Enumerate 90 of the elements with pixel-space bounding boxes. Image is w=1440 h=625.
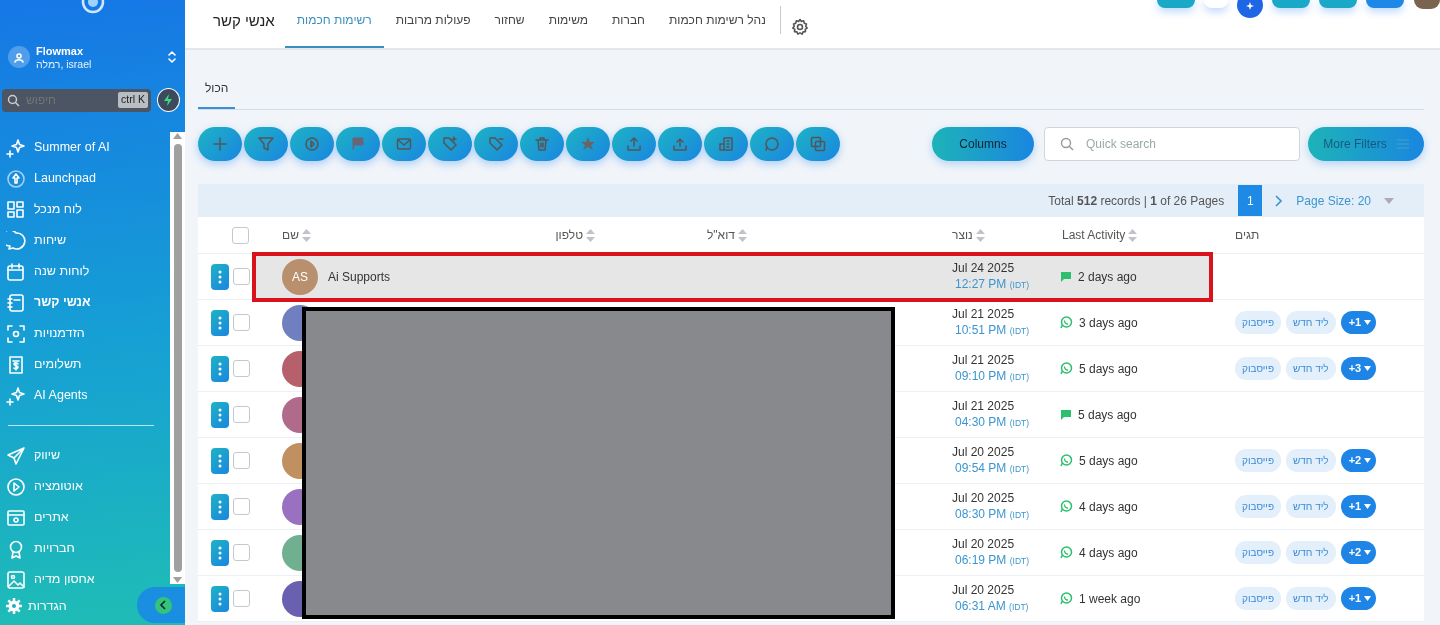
tab[interactable]: חברות xyxy=(600,10,657,48)
column-header[interactable]: נוצר xyxy=(952,226,973,244)
sidebar-item[interactable]: אחסון מדיה xyxy=(6,564,170,595)
tag-chip[interactable]: ליד חדש xyxy=(1286,495,1336,518)
created-date: Jul 21 2025 xyxy=(952,398,1016,414)
sidebar-item[interactable]: חברויות xyxy=(6,533,170,564)
tab[interactable]: משימות xyxy=(536,10,601,48)
last-activity: 5 days ago xyxy=(1078,406,1137,424)
tag-chip[interactable]: פייסבוק xyxy=(1235,311,1282,334)
created-date: Jul 20 2025 xyxy=(952,490,1016,506)
shortcut-hint: ctrl K xyxy=(118,92,148,108)
tag-chip[interactable]: ליד חדש xyxy=(1286,587,1336,610)
last-activity: 4 days ago xyxy=(1079,498,1138,516)
columns-button[interactable]: Columns xyxy=(932,127,1034,161)
sidebar-item[interactable]: Launchpad xyxy=(6,163,170,194)
timezone-label: (IDT) xyxy=(1009,280,1030,290)
tab[interactable]: שחזור xyxy=(482,10,537,48)
sidebar-item[interactable]: Summer of AI xyxy=(6,132,170,163)
column-header[interactable]: שם xyxy=(282,226,299,244)
more-filters-button[interactable]: More Filters xyxy=(1308,127,1424,161)
column-header[interactable]: Last Activity xyxy=(1062,226,1126,244)
created-time: 04:30 PM xyxy=(955,415,1007,429)
last-activity: 5 days ago xyxy=(1079,360,1138,378)
created-date: Jul 20 2025 xyxy=(952,536,1016,552)
tab[interactable]: נהל רשימות חכמות xyxy=(656,10,778,48)
created-date: Jul 20 2025 xyxy=(952,444,1016,460)
created-time: 06:19 PM xyxy=(955,553,1007,567)
timezone-label: (IDT) xyxy=(1009,602,1029,612)
record-count: Total 512 records | 1 of 26 Pages xyxy=(1048,192,1225,210)
more-tags-button[interactable]: +2 xyxy=(1340,449,1377,472)
sidebar-item[interactable]: אנשי קשר xyxy=(6,287,170,318)
created-date: Jul 21 2025 xyxy=(952,306,1016,322)
tab[interactable]: פעולות מרובות xyxy=(383,10,483,48)
created-time: 10:51 PM xyxy=(955,323,1007,337)
created-date: Jul 24 2025 xyxy=(952,260,1016,276)
search-field[interactable]: Quick search xyxy=(1044,127,1300,161)
more-tags-button[interactable]: +1 xyxy=(1340,495,1377,518)
last-activity: 5 days ago xyxy=(1079,452,1138,470)
page-button[interactable]: 1 xyxy=(1238,185,1263,216)
page-size-select[interactable]: Page Size: 20 xyxy=(1296,191,1371,210)
tag-chip[interactable]: פייסבוק xyxy=(1235,587,1282,610)
created-time: 06:31 AM xyxy=(955,599,1006,613)
more-tags-button[interactable]: +1 xyxy=(1340,587,1377,610)
last-activity: 3 days ago xyxy=(1079,314,1138,332)
last-activity: 4 days ago xyxy=(1079,544,1138,562)
created-time: 09:54 PM xyxy=(955,461,1007,475)
tab[interactable]: הכול xyxy=(198,79,236,109)
timezone-label: (IDT) xyxy=(1009,326,1030,336)
sidebar-item[interactable]: אתרים xyxy=(6,502,170,533)
sidebar-item[interactable]: AI Agents xyxy=(6,380,170,411)
account-name: Flowmax xyxy=(36,44,85,58)
tag-chip[interactable]: ליד חדש xyxy=(1286,311,1336,334)
more-tags-button[interactable]: +3 xyxy=(1340,357,1377,380)
timezone-label: (IDT) xyxy=(1009,418,1030,428)
sidebar-item[interactable]: הזדמנויות xyxy=(6,318,170,349)
sidebar-item[interactable]: לוחות שנה xyxy=(6,256,170,287)
more-tags-button[interactable]: +2 xyxy=(1340,541,1377,564)
more-tags-button[interactable]: +1 xyxy=(1340,311,1377,334)
tab[interactable]: רשימות חכמות xyxy=(284,10,384,48)
last-activity: 2 days ago xyxy=(1078,268,1137,286)
sidebar-item[interactable]: לוח מנכל xyxy=(6,194,170,225)
tag-chip[interactable]: פייסבוק xyxy=(1235,541,1282,564)
tag-chip[interactable]: פייסבוק xyxy=(1235,357,1282,380)
created-time: 08:30 PM xyxy=(955,507,1007,521)
created-date: Jul 21 2025 xyxy=(952,352,1016,368)
last-activity: 1 week ago xyxy=(1079,590,1141,608)
timezone-label: (IDT) xyxy=(1009,372,1030,382)
contact-name[interactable]: Ai Supports xyxy=(328,267,391,286)
sidebar-item[interactable]: שיווק xyxy=(6,440,170,471)
tag-chip[interactable]: ליד חדש xyxy=(1286,449,1336,472)
tag-chip[interactable]: פייסבוק xyxy=(1235,495,1282,518)
search-input[interactable]: Quick search xyxy=(1084,134,1274,154)
sidebar-item[interactable]: אוטומציה xyxy=(6,471,170,502)
column-header[interactable]: טלפון xyxy=(555,226,583,244)
created-date: Jul 20 2025 xyxy=(952,582,1016,598)
created-time: 09:10 PM xyxy=(955,369,1007,383)
timezone-label: (IDT) xyxy=(1009,510,1030,520)
tag-chip[interactable]: ליד חדש xyxy=(1286,357,1336,380)
column-header[interactable]: תגים xyxy=(1235,226,1260,244)
timezone-label: (IDT) xyxy=(1009,464,1030,474)
account-location: רמלה, israel xyxy=(36,57,93,70)
sidebar-item[interactable]: שיחות xyxy=(6,225,170,256)
settings-label[interactable]: הגדרות xyxy=(28,596,67,616)
tag-chip[interactable]: פייסבוק xyxy=(1235,449,1282,472)
created-time: 12:27 PM xyxy=(955,277,1007,291)
page-title: אנשי קשר xyxy=(213,11,276,31)
column-header[interactable]: דוא"ל xyxy=(707,226,735,244)
timezone-label: (IDT) xyxy=(1009,556,1030,566)
sidebar-item[interactable]: תשלומים xyxy=(6,349,170,380)
tag-chip[interactable]: ליד חדש xyxy=(1286,541,1336,564)
